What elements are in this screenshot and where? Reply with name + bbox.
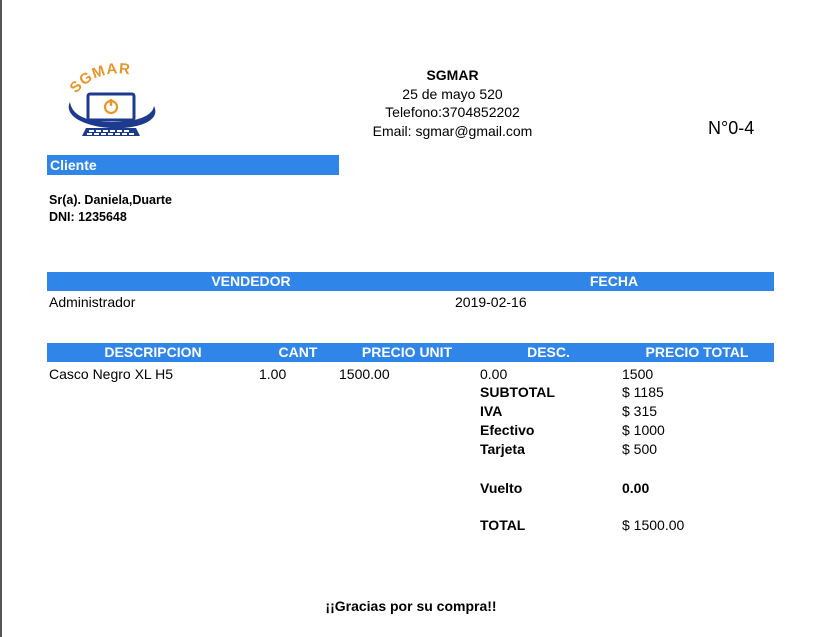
seller-value: Administrador	[49, 294, 136, 310]
item-description: Casco Negro XL H5	[49, 366, 173, 382]
col-discount: DESC.	[527, 344, 570, 360]
client-name: Sr(a). Daniela,Duarte	[49, 193, 172, 207]
client-section-header: Cliente	[47, 155, 339, 175]
cash-label: Efectivo	[480, 422, 535, 438]
card-value: $ 500	[622, 441, 658, 457]
date-value: 2019-02-16	[455, 294, 527, 310]
subtotal-label: SUBTOTAL	[480, 384, 555, 400]
change-value: 0.00	[622, 480, 650, 496]
col-unit-price: PRECIO UNIT	[361, 344, 453, 360]
subtotal-value: $ 1185	[622, 384, 664, 400]
item-total: 1500	[622, 366, 654, 382]
iva-value: $ 315	[622, 403, 658, 419]
item-qty: 1.00	[259, 366, 287, 382]
total-label: TOTAL	[480, 517, 526, 533]
company-email: Email: sgmar@gmail.com	[372, 123, 533, 139]
col-description: DESCRIPCION	[104, 344, 202, 360]
cash-value: $ 1000	[622, 422, 665, 438]
thanks-message: ¡¡Gracias por su compra!!	[325, 598, 497, 614]
date-header: FECHA	[589, 273, 639, 289]
col-total: PRECIO TOTAL	[645, 344, 749, 360]
item-unit-price: 1500.00	[339, 366, 390, 382]
client-dni: DNI: 1235648	[49, 210, 127, 224]
company-address: 25 de mayo 520	[402, 86, 503, 102]
total-value: $ 1500.00	[622, 517, 685, 533]
client-section-label: Cliente	[50, 157, 97, 173]
seller-header: VENDEDOR	[211, 273, 291, 289]
card-label: Tarjeta	[480, 441, 525, 457]
item-discount: 0.00	[480, 366, 508, 382]
company-name: SGMAR	[426, 67, 479, 83]
change-label: Vuelto	[480, 480, 523, 496]
invoice-number: N°0-4	[708, 118, 755, 138]
company-phone: Telefono:3704852202	[385, 104, 520, 120]
items-table-header: DESCRIPCION CANT PRECIO UNIT DESC. PRECI…	[47, 343, 774, 362]
sale-info-header: VENDEDOR FECHA	[47, 272, 774, 291]
iva-label: IVA	[480, 403, 503, 419]
col-qty: CANT	[278, 344, 318, 360]
